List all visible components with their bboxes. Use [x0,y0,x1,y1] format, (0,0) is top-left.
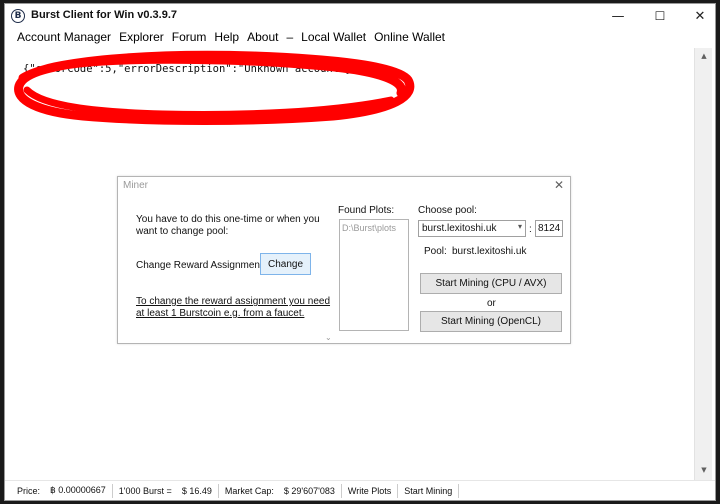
burst-rate-value: $ 16.49 [181,485,212,496]
minimize-button[interactable]: — [603,6,633,26]
resize-grip-icon[interactable]: ⌄ [325,333,332,342]
title-bar: B Burst Client for Win v0.3.9.7 — ☐ ✕ [5,4,715,28]
change-button[interactable]: Change [260,253,311,275]
port-separator: : [529,224,532,235]
menu-help[interactable]: Help [214,30,239,44]
found-plots-list[interactable]: D:\Burst\plots [339,219,409,331]
write-plots-button[interactable]: Write Plots [342,486,397,496]
vertical-scrollbar[interactable]: ▲ ▼ [694,48,712,480]
found-plots-label: Found Plots: [338,205,395,216]
close-button[interactable]: ✕ [685,6,715,26]
start-mining-cpu-button[interactable]: Start Mining (CPU / AVX) [420,273,562,294]
port-input[interactable]: 8124 [535,220,563,237]
plots-list-item[interactable]: D:\Burst\plots [342,223,396,233]
start-mining-opencl-button[interactable]: Start Mining (OpenCL) [420,311,562,332]
menu-local-wallet[interactable]: Local Wallet [301,30,366,44]
change-reward-label: Change Reward Assignment: [136,260,266,271]
reward-info-link-line-2[interactable]: at least 1 Burstcoin e.g. from a faucet. [136,308,304,320]
app-window: B Burst Client for Win v0.3.9.7 — ☐ ✕ Ac… [4,3,716,501]
price-label: Price: [17,485,41,496]
start-mining-status-button[interactable]: Start Mining [398,486,458,496]
miner-dialog: Miner ✕ You have to do this one-time or … [117,176,571,344]
miner-dialog-title: Miner [123,180,149,191]
choose-pool-label: Choose pool: [418,205,477,216]
pool-select-value: burst.lexitoshi.uk [422,223,497,234]
market-cap-value: $ 29'607'083 [283,485,335,496]
red-annotation-scribble [14,50,415,125]
maximize-button[interactable]: ☐ [645,6,675,26]
menu-about[interactable]: About [247,30,278,44]
reward-info-link-line-1[interactable]: To change the reward assignment you need [136,296,330,308]
price-value: ฿ 0.00000667 [50,485,106,495]
scroll-up-icon[interactable]: ▲ [695,48,713,64]
pool-value: burst.lexitoshi.uk [452,246,527,257]
burst-rate-label: 1'000 Burst = [118,485,172,496]
chevron-down-icon: ▾ [517,222,522,231]
burst-logo-icon: B [11,9,25,23]
miner-close-icon[interactable]: ✕ [554,178,564,192]
status-separator [458,483,460,498]
menu-online-wallet[interactable]: Online Wallet [374,30,445,44]
menu-account-manager[interactable]: Account Manager [17,30,111,44]
menu-separator: – [286,30,294,44]
or-text: or [487,298,496,309]
scroll-down-icon[interactable]: ▼ [695,462,713,478]
pool-label: Pool: [424,246,447,257]
pool-select[interactable]: burst.lexitoshi.uk ▾ [418,220,526,237]
status-bar: Price: ฿ 0.00000667 1'000 Burst = $ 16.4… [5,480,715,500]
menu-bar: Account Manager Explorer Forum Help Abou… [5,28,715,46]
window-title: Burst Client for Win v0.3.9.7 [31,9,177,21]
market-cap-label: Market Cap: [224,485,274,496]
menu-forum[interactable]: Forum [172,30,207,44]
menu-explorer[interactable]: Explorer [119,30,164,44]
instruction-line-2: want to change pool: [136,226,229,237]
